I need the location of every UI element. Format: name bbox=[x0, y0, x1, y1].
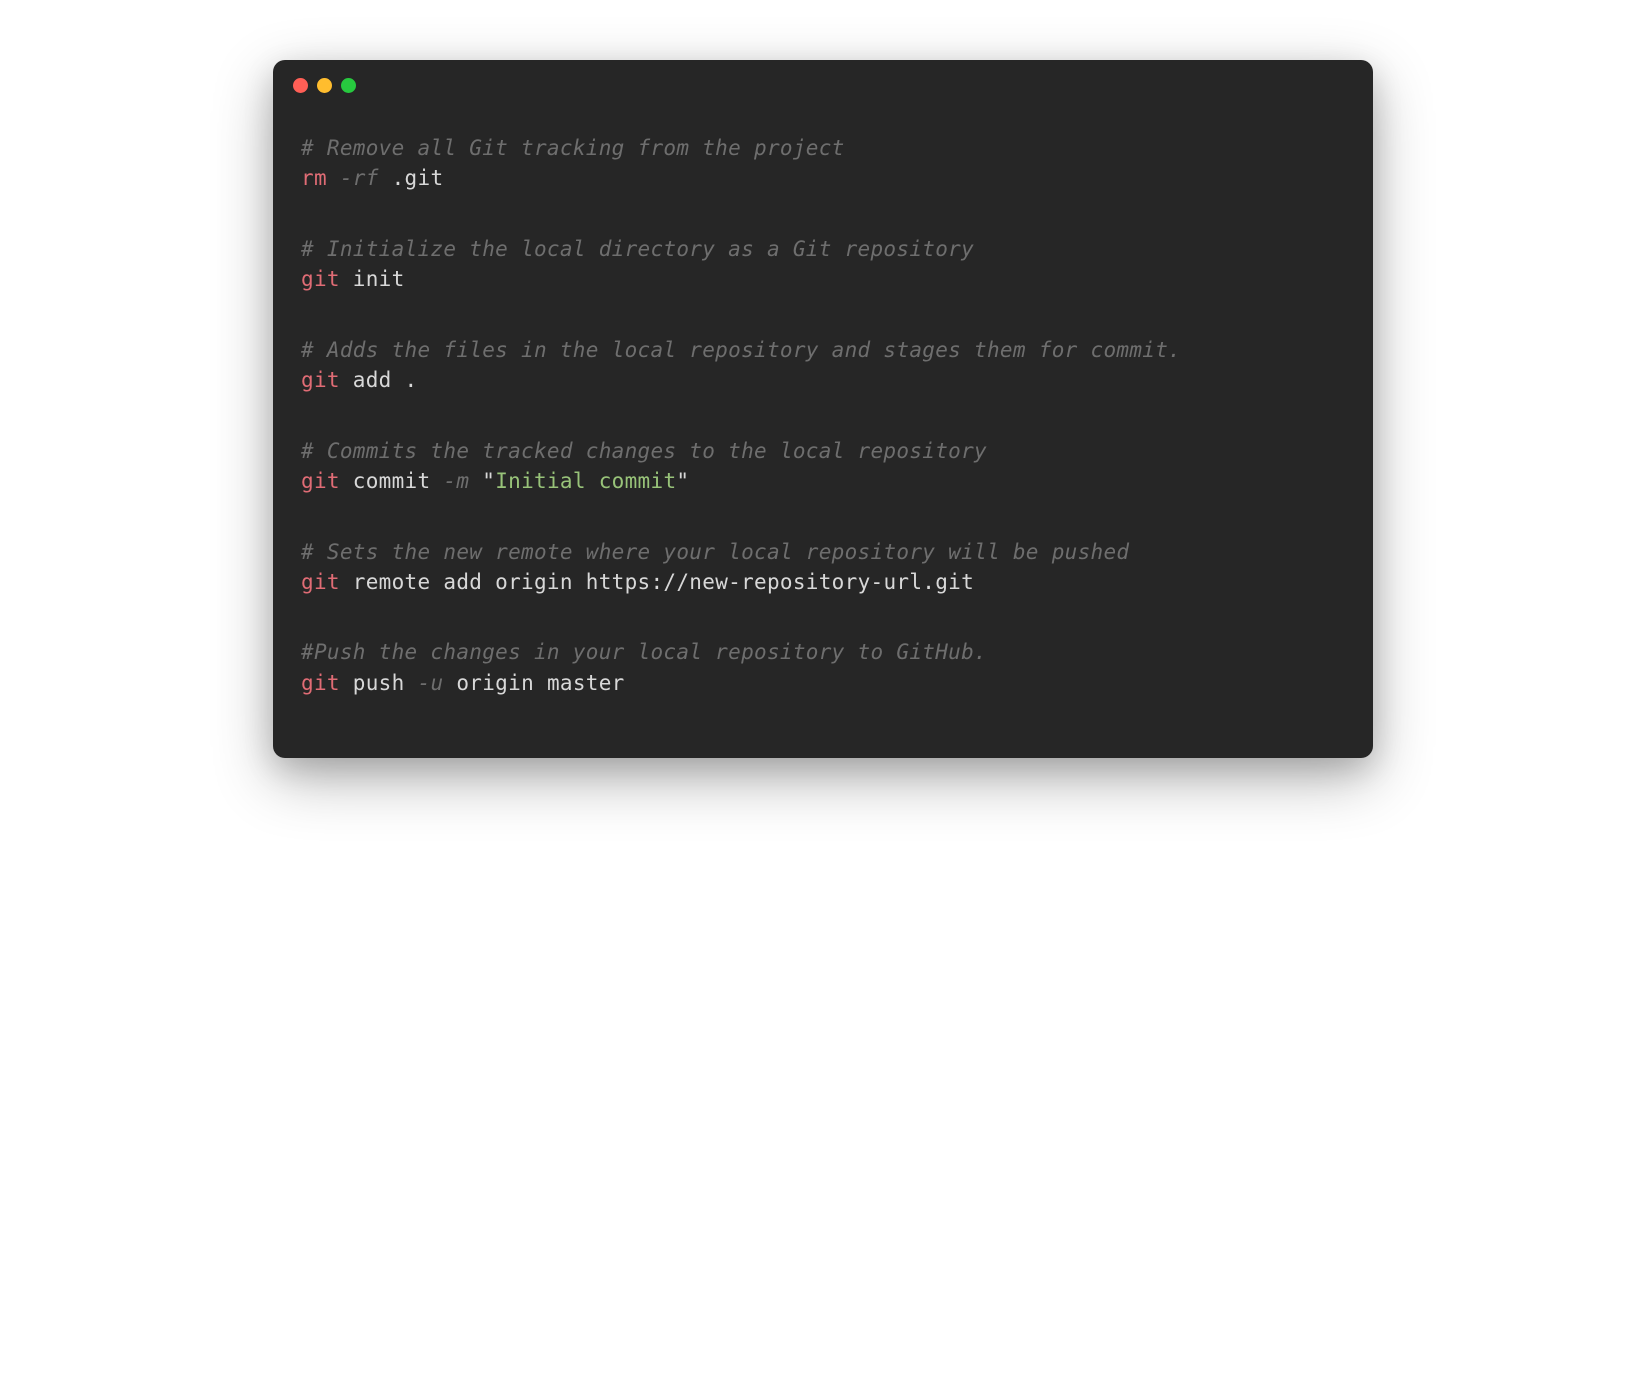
flag-token: -m bbox=[430, 469, 469, 493]
code-line: git remote add origin https://new-reposi… bbox=[301, 567, 1345, 597]
comment-text: #Push the changes in your local reposito… bbox=[301, 640, 987, 664]
close-icon[interactable] bbox=[293, 78, 308, 93]
comment-text: # Remove all Git tracking from the proje… bbox=[301, 136, 845, 160]
cmd-token: git bbox=[301, 570, 340, 594]
code-line: # Commits the tracked changes to the loc… bbox=[301, 436, 1345, 466]
maximize-icon[interactable] bbox=[341, 78, 356, 93]
code-line: # Initialize the local directory as a Gi… bbox=[301, 234, 1345, 264]
arg-token: remote add origin https://new-repository… bbox=[340, 570, 974, 594]
cmd-token: git bbox=[301, 671, 340, 695]
quote-token: " bbox=[469, 469, 495, 493]
quote-token: " bbox=[676, 469, 689, 493]
cmd-token: git bbox=[301, 368, 340, 392]
arg-token: origin master bbox=[443, 671, 624, 695]
arg-token: init bbox=[340, 267, 405, 291]
comment-text: # Commits the tracked changes to the loc… bbox=[301, 439, 987, 463]
cmd-token: git bbox=[301, 267, 340, 291]
blank-line bbox=[301, 497, 1345, 537]
flag-token: -u bbox=[405, 671, 444, 695]
arg-token: commit bbox=[340, 469, 431, 493]
titlebar bbox=[273, 60, 1373, 93]
blank-line bbox=[301, 597, 1345, 637]
arg-token: push bbox=[340, 671, 405, 695]
arg-token: add . bbox=[340, 368, 418, 392]
code-line: rm -rf .git bbox=[301, 163, 1345, 193]
code-line: git commit -m "Initial commit" bbox=[301, 466, 1345, 496]
cmd-token: git bbox=[301, 469, 340, 493]
code-line: # Sets the new remote where your local r… bbox=[301, 537, 1345, 567]
code-line: # Remove all Git tracking from the proje… bbox=[301, 133, 1345, 163]
string-token: Initial commit bbox=[495, 469, 676, 493]
arg-token: .git bbox=[379, 166, 444, 190]
code-line: #Push the changes in your local reposito… bbox=[301, 637, 1345, 667]
blank-line bbox=[301, 295, 1345, 335]
terminal-body: # Remove all Git tracking from the proje… bbox=[273, 93, 1373, 758]
cmd-token: rm bbox=[301, 166, 327, 190]
code-line: git add . bbox=[301, 365, 1345, 395]
blank-line bbox=[301, 194, 1345, 234]
flag-token: -rf bbox=[327, 166, 379, 190]
code-line: git init bbox=[301, 264, 1345, 294]
comment-text: # Initialize the local directory as a Gi… bbox=[301, 237, 974, 261]
code-line: # Adds the files in the local repository… bbox=[301, 335, 1345, 365]
terminal-window: # Remove all Git tracking from the proje… bbox=[273, 60, 1373, 758]
comment-text: # Sets the new remote where your local r… bbox=[301, 540, 1129, 564]
minimize-icon[interactable] bbox=[317, 78, 332, 93]
comment-text: # Adds the files in the local repository… bbox=[301, 338, 1181, 362]
code-line: git push -u origin master bbox=[301, 668, 1345, 698]
blank-line bbox=[301, 396, 1345, 436]
